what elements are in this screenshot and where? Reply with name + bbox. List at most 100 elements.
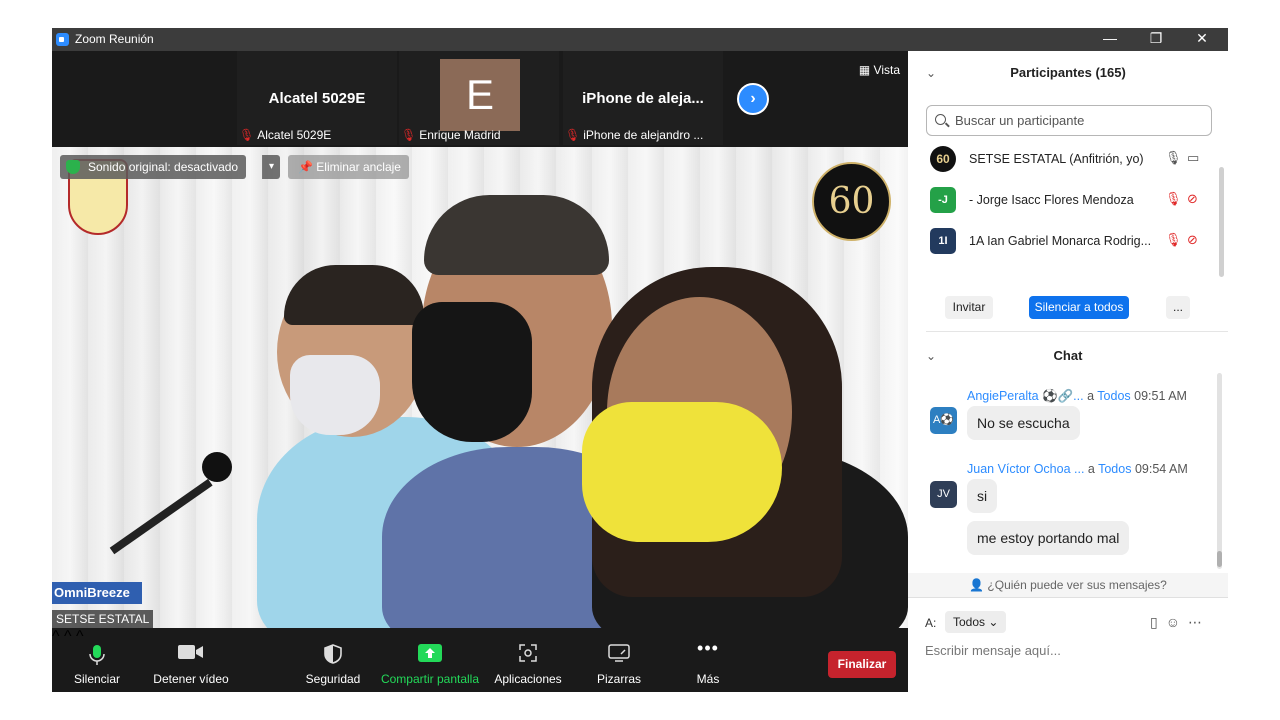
end-meeting-button[interactable]: Finalizar bbox=[828, 651, 896, 678]
thumbnail-tile[interactable]: Alcatel 5029E 🎙 Alcatel 5029E bbox=[237, 51, 397, 145]
thumbnail-footer-label: Alcatel 5029E bbox=[257, 128, 332, 142]
thumbnail-tile[interactable]: iPhone de aleja... 🎙 iPhone de alejandro … bbox=[563, 51, 723, 145]
view-button[interactable]: ▦ Vista bbox=[859, 63, 900, 77]
mic-off-icon[interactable]: 🎙 bbox=[1165, 191, 1182, 207]
pin-icon: 📌 bbox=[298, 160, 317, 174]
original-sound-dropdown[interactable]: ▾ bbox=[262, 155, 280, 179]
chat-header[interactable]: ⌄ Chat bbox=[908, 336, 1228, 376]
recipient-dropdown[interactable]: Todos ⌄ bbox=[945, 611, 1007, 633]
participant-row[interactable]: -J - Jorge Isacc Flores Mendoza 🎙 ⊘ bbox=[928, 182, 1210, 218]
file-icon[interactable]: ▯ bbox=[1150, 614, 1166, 630]
video-camera-icon bbox=[178, 645, 203, 659]
apps-button[interactable]: Aplicaciones bbox=[492, 628, 564, 692]
thumbnail-footer-label: Enrique Madrid bbox=[419, 128, 501, 142]
chat-scrollbar[interactable] bbox=[1217, 373, 1222, 569]
participant-search-input[interactable]: Buscar un participante bbox=[926, 105, 1212, 136]
next-page-button[interactable]: › bbox=[737, 83, 769, 115]
mute-button[interactable]: Silenciar bbox=[67, 628, 127, 692]
mic-off-icon[interactable]: 🎙 bbox=[1165, 232, 1182, 248]
chat-to-word: a bbox=[1087, 462, 1095, 476]
person-center-mask bbox=[412, 302, 532, 442]
view-button-label: Vista bbox=[873, 63, 900, 77]
chat-scroll-thumb[interactable] bbox=[1217, 551, 1222, 567]
avatar: -J bbox=[930, 187, 956, 213]
video-off-icon[interactable]: ⊘ bbox=[1187, 232, 1198, 248]
chat-time: 09:51 AM bbox=[1134, 389, 1187, 403]
participant-name: 1A Ian Gabriel Monarca Rodrig... bbox=[969, 234, 1152, 248]
unpin-button[interactable]: 📌 Eliminar anclaje bbox=[288, 155, 409, 179]
apps-icon bbox=[519, 644, 537, 662]
main-video: 60 OmniBreeze SETSE ESTATAL Sonido origi… bbox=[52, 147, 908, 628]
speaker-name: SETSE ESTATAL bbox=[52, 610, 154, 628]
chat-time: 09:54 AM bbox=[1134, 462, 1188, 476]
chat-recipient: Todos bbox=[1098, 462, 1132, 476]
security-shield-icon bbox=[324, 644, 342, 664]
emoji-icon[interactable]: ☺ bbox=[1166, 614, 1188, 630]
original-sound-toggle[interactable]: Sonido original: desactivado bbox=[60, 155, 247, 179]
stop-video-button[interactable]: Detener vídeo bbox=[148, 628, 234, 692]
microphone-head bbox=[202, 452, 232, 482]
meeting-stage: Alcatel 5029E 🎙 Alcatel 5029E E 🎙 Enrique … bbox=[52, 51, 908, 692]
apps-label: Aplicaciones bbox=[494, 672, 562, 686]
grid-icon: ▦ bbox=[858, 63, 874, 77]
original-sound-label: Sonido original: desactivado bbox=[88, 160, 239, 174]
person-right-mask bbox=[582, 402, 782, 542]
banner: OmniBreeze bbox=[52, 582, 142, 604]
zoom-window: Zoom Reunión — ❐ ✕ Alcatel 5029E 🎙 Alcate… bbox=[52, 28, 1228, 692]
whiteboards-button[interactable]: Pizarras bbox=[590, 628, 648, 692]
more-label: Más bbox=[696, 672, 720, 686]
whiteboards-label: Pizarras bbox=[596, 672, 641, 686]
title-bar: Zoom Reunión — ❐ ✕ bbox=[52, 28, 1228, 51]
video-camera-icon[interactable]: ▭ bbox=[1187, 150, 1199, 166]
thumbnail-tile[interactable]: E 🎙 Enrique Madrid bbox=[399, 51, 559, 145]
avatar: A⚽ bbox=[930, 407, 957, 434]
search-placeholder: Buscar un participante bbox=[955, 113, 1085, 128]
avatar: E bbox=[440, 59, 520, 131]
collapse-chevron-icon[interactable]: ⌄ bbox=[926, 336, 936, 376]
divider bbox=[926, 331, 1228, 332]
search-icon bbox=[935, 114, 946, 125]
who-can-see-messages[interactable]: 👤 ¿Quién puede ver sus mensajes? bbox=[908, 573, 1228, 597]
more-icon: ••• bbox=[697, 638, 719, 658]
close-button[interactable]: ✕ bbox=[1179, 28, 1225, 51]
minimize-button[interactable]: — bbox=[1087, 28, 1133, 51]
invite-button[interactable]: Invitar bbox=[945, 296, 993, 319]
side-panel: ⌄ Participantes (165) Buscar un particip… bbox=[908, 51, 1228, 692]
microphone-icon[interactable]: 🎙 bbox=[1165, 150, 1182, 166]
participant-name: - Jorge Isacc Flores Mendoza bbox=[969, 193, 1134, 207]
thumbnail-footer: 🎙 iPhone de alejandro ... bbox=[565, 128, 721, 142]
chat-sender[interactable]: Juan Víctor Ochoa ... bbox=[967, 462, 1084, 476]
restore-button[interactable]: ❐ bbox=[1133, 28, 1179, 51]
chat-composer: A: Todos ⌄ ▯☺⋯ Escribir mensaje aquí... bbox=[908, 597, 1228, 692]
security-button[interactable]: Seguridad bbox=[302, 628, 364, 692]
message-input[interactable]: Escribir mensaje aquí... bbox=[925, 643, 1061, 658]
participant-row[interactable]: 60 SETSE ESTATAL (Anfitrión, yo) 🎙 ▭ bbox=[928, 141, 1210, 177]
mute-all-button[interactable]: Silenciar a todos bbox=[1029, 296, 1129, 319]
thumbnail-footer-label: iPhone de alejandro ... bbox=[583, 128, 704, 142]
thumbnail-strip: Alcatel 5029E 🎙 Alcatel 5029E E 🎙 Enrique … bbox=[52, 51, 908, 147]
mic-off-icon: 🎙 bbox=[401, 128, 417, 142]
video-off-icon[interactable]: ⊘ bbox=[1187, 191, 1198, 207]
chat-message: si bbox=[967, 479, 998, 513]
more-button[interactable]: ••• Más bbox=[678, 628, 738, 692]
participants-more-button[interactable]: ... bbox=[1166, 296, 1190, 319]
chat-recipient: Todos bbox=[1097, 389, 1131, 403]
thumbnail-name: Alcatel 5029E bbox=[268, 90, 366, 107]
more-icon[interactable]: ⋯ bbox=[1188, 614, 1210, 630]
whiteboard-icon bbox=[608, 644, 630, 662]
participants-scrollbar[interactable] bbox=[1219, 167, 1224, 277]
audio-options-caret[interactable]: ^ bbox=[52, 628, 60, 645]
chat-sender[interactable]: AngiePeralta ⚽🔗... bbox=[967, 389, 1084, 403]
person-left-hair bbox=[284, 265, 424, 325]
share-screen-button[interactable]: Compartir pantalla bbox=[378, 628, 482, 692]
chat-title: Chat bbox=[1053, 348, 1083, 363]
participants-header[interactable]: ⌄ Participantes (165) bbox=[908, 53, 1228, 93]
mic-off-icon: 🎙 bbox=[239, 128, 255, 142]
chat-message: me estoy portando mal bbox=[967, 521, 1130, 555]
collapse-chevron-icon[interactable]: ⌄ bbox=[926, 53, 936, 93]
avatar: 60 bbox=[930, 146, 956, 172]
participant-row[interactable]: 1I 1A Ian Gabriel Monarca Rodrig... 🎙 ⊘ bbox=[928, 223, 1210, 259]
chat-to-word: a bbox=[1087, 389, 1095, 403]
person-left-mask bbox=[290, 355, 380, 435]
stop-video-label: Detener vídeo bbox=[153, 672, 229, 686]
